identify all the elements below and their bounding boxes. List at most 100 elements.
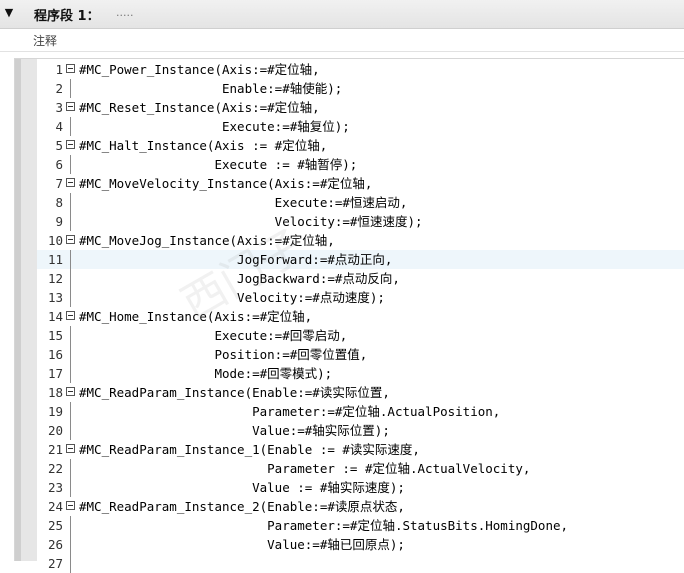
- code-line[interactable]: 3 #MC_Reset_Instance(Axis:=#定位轴,: [37, 98, 684, 117]
- line-number: 16: [47, 347, 63, 362]
- code-text[interactable]: JogForward:=#点动正向,: [79, 250, 392, 269]
- code-line[interactable]: 18 #MC_ReadParam_Instance(Enable:=#读实际位置,: [37, 383, 684, 402]
- segment-header: ▼ 程序段 1： .....: [0, 0, 684, 29]
- line-number: 13: [47, 290, 63, 305]
- fold-guide-line: [70, 117, 71, 136]
- code-text[interactable]: #MC_ReadParam_Instance_2(Enable:=#读原点状态,: [79, 497, 405, 516]
- code-line[interactable]: 23 Value := #轴实际速度);: [37, 478, 684, 497]
- code-line[interactable]: 21 #MC_ReadParam_Instance_1(Enable := #读实…: [37, 440, 684, 459]
- fold-collapse-icon[interactable]: [66, 140, 75, 149]
- code-text[interactable]: Execute:=#回零启动,: [79, 326, 347, 345]
- line-number: 15: [47, 328, 63, 343]
- code-text[interactable]: JogBackward:=#点动反向,: [79, 269, 400, 288]
- code-line[interactable]: 10 #MC_MoveJog_Instance(Axis:=#定位轴,: [37, 231, 684, 250]
- line-number: 27: [47, 556, 63, 571]
- code-lines[interactable]: 1 #MC_Power_Instance(Axis:=#定位轴, 2 Enable:…: [37, 59, 684, 573]
- comment-row[interactable]: 注释: [0, 29, 684, 52]
- code-line[interactable]: 8 Execute:=#恒速启动,: [37, 193, 684, 212]
- code-text[interactable]: Execute := #轴暂停);: [79, 155, 357, 174]
- code-line[interactable]: 13 Velocity:=#点动速度);: [37, 288, 684, 307]
- code-line[interactable]: 14 #MC_Home_Instance(Axis:=#定位轴,: [37, 307, 684, 326]
- line-number: 1: [55, 62, 63, 77]
- fold-guide-line: [70, 402, 71, 421]
- fold-collapse-icon[interactable]: [66, 102, 75, 111]
- line-number: 4: [55, 119, 63, 134]
- code-text[interactable]: Value:=#轴已回原点);: [79, 535, 405, 554]
- fold-collapse-icon[interactable]: [66, 311, 75, 320]
- line-number: 8: [55, 195, 63, 210]
- code-text[interactable]: #MC_MoveVelocity_Instance(Axis:=#定位轴,: [79, 174, 372, 193]
- code-text[interactable]: Parameter := #定位轴.ActualVelocity,: [79, 459, 530, 478]
- line-number: 25: [47, 518, 63, 533]
- editor-gutter-strip: [15, 59, 37, 561]
- code-text[interactable]: Execute:=#轴复位);: [79, 117, 350, 136]
- code-text[interactable]: Value:=#轴实际位置);: [79, 421, 390, 440]
- code-line[interactable]: 24 #MC_ReadParam_Instance_2(Enable:=#读原点状…: [37, 497, 684, 516]
- line-number: 12: [47, 271, 63, 286]
- code-text[interactable]: Position:=#回零位置值,: [79, 345, 367, 364]
- segment-title[interactable]: 程序段 1：: [34, 5, 100, 24]
- line-number: 11: [47, 252, 63, 267]
- code-text[interactable]: #MC_Reset_Instance(Axis:=#定位轴,: [79, 98, 320, 117]
- fold-guide-line: [70, 250, 71, 269]
- code-text[interactable]: Velocity:=#恒速速度);: [79, 212, 423, 231]
- line-number: 14: [47, 309, 63, 324]
- fold-guide-line: [70, 212, 71, 231]
- code-line[interactable]: 9 Velocity:=#恒速速度);: [37, 212, 684, 231]
- code-line[interactable]: 22 Parameter := #定位轴.ActualVelocity,: [37, 459, 684, 478]
- line-number: 3: [55, 100, 63, 115]
- code-line[interactable]: 20 Value:=#轴实际位置);: [37, 421, 684, 440]
- code-text[interactable]: #MC_Power_Instance(Axis:=#定位轴,: [79, 60, 320, 79]
- code-text[interactable]: #MC_Home_Instance(Axis:=#定位轴,: [79, 307, 312, 326]
- fold-guide-line: [70, 269, 71, 288]
- code-text[interactable]: Execute:=#恒速启动,: [79, 193, 408, 212]
- code-text[interactable]: Value := #轴实际速度);: [79, 478, 405, 497]
- fold-guide-line: [70, 288, 71, 307]
- code-line[interactable]: 11 JogForward:=#点动正向,: [37, 250, 684, 269]
- fold-collapse-icon[interactable]: [66, 64, 75, 73]
- line-number: 2: [55, 81, 63, 96]
- code-text[interactable]: #MC_ReadParam_Instance_1(Enable := #读实际速…: [79, 440, 420, 459]
- code-line[interactable]: 4 Execute:=#轴复位);: [37, 117, 684, 136]
- fold-guide-line: [70, 478, 71, 497]
- code-line[interactable]: 27: [37, 554, 684, 573]
- code-line[interactable]: 25 Parameter:=#定位轴.StatusBits.HomingDone…: [37, 516, 684, 535]
- code-text[interactable]: Velocity:=#点动速度);: [79, 288, 385, 307]
- fold-guide-line: [70, 155, 71, 174]
- line-number: 18: [47, 385, 63, 400]
- code-text[interactable]: #MC_Halt_Instance(Axis := #定位轴,: [79, 136, 327, 155]
- code-text[interactable]: Mode:=#回零模式);: [79, 364, 332, 383]
- code-line[interactable]: 1 #MC_Power_Instance(Axis:=#定位轴,: [37, 60, 684, 79]
- fold-guide-line: [70, 193, 71, 212]
- code-line[interactable]: 26 Value:=#轴已回原点);: [37, 535, 684, 554]
- fold-collapse-icon[interactable]: [66, 178, 75, 187]
- fold-collapse-icon[interactable]: [66, 387, 75, 396]
- code-text[interactable]: #MC_ReadParam_Instance(Enable:=#读实际位置,: [79, 383, 390, 402]
- editor-gutter-bar: [15, 59, 21, 561]
- line-number: 19: [47, 404, 63, 419]
- fold-collapse-icon[interactable]: [66, 235, 75, 244]
- code-text[interactable]: #MC_MoveJog_Instance(Axis:=#定位轴,: [79, 231, 335, 250]
- fold-guide-line: [70, 345, 71, 364]
- code-line[interactable]: 16 Position:=#回零位置值,: [37, 345, 684, 364]
- code-line[interactable]: 2 Enable:=#轴使能);: [37, 79, 684, 98]
- code-line[interactable]: 12 JogBackward:=#点动反向,: [37, 269, 684, 288]
- code-editor[interactable]: 1 #MC_Power_Instance(Axis:=#定位轴, 2 Enable:…: [14, 58, 684, 573]
- code-line[interactable]: 5 #MC_Halt_Instance(Axis := #定位轴,: [37, 136, 684, 155]
- line-number: 20: [47, 423, 63, 438]
- code-text[interactable]: Parameter:=#定位轴.ActualPosition,: [79, 402, 500, 421]
- code-text[interactable]: Parameter:=#定位轴.StatusBits.HomingDone,: [79, 516, 568, 535]
- segment-title-placeholder[interactable]: .....: [116, 6, 133, 19]
- fold-collapse-icon[interactable]: [66, 501, 75, 510]
- fold-collapse-icon[interactable]: [66, 444, 75, 453]
- collapse-toggle-icon[interactable]: ▼: [2, 6, 16, 20]
- comment-label[interactable]: 注释: [33, 32, 57, 49]
- code-line[interactable]: 17 Mode:=#回零模式);: [37, 364, 684, 383]
- code-text[interactable]: Enable:=#轴使能);: [79, 79, 342, 98]
- code-line[interactable]: 7 #MC_MoveVelocity_Instance(Axis:=#定位轴,: [37, 174, 684, 193]
- line-number: 21: [47, 442, 63, 457]
- line-number: 10: [47, 233, 63, 248]
- code-line[interactable]: 15 Execute:=#回零启动,: [37, 326, 684, 345]
- code-line[interactable]: 19 Parameter:=#定位轴.ActualPosition,: [37, 402, 684, 421]
- code-line[interactable]: 6 Execute := #轴暂停);: [37, 155, 684, 174]
